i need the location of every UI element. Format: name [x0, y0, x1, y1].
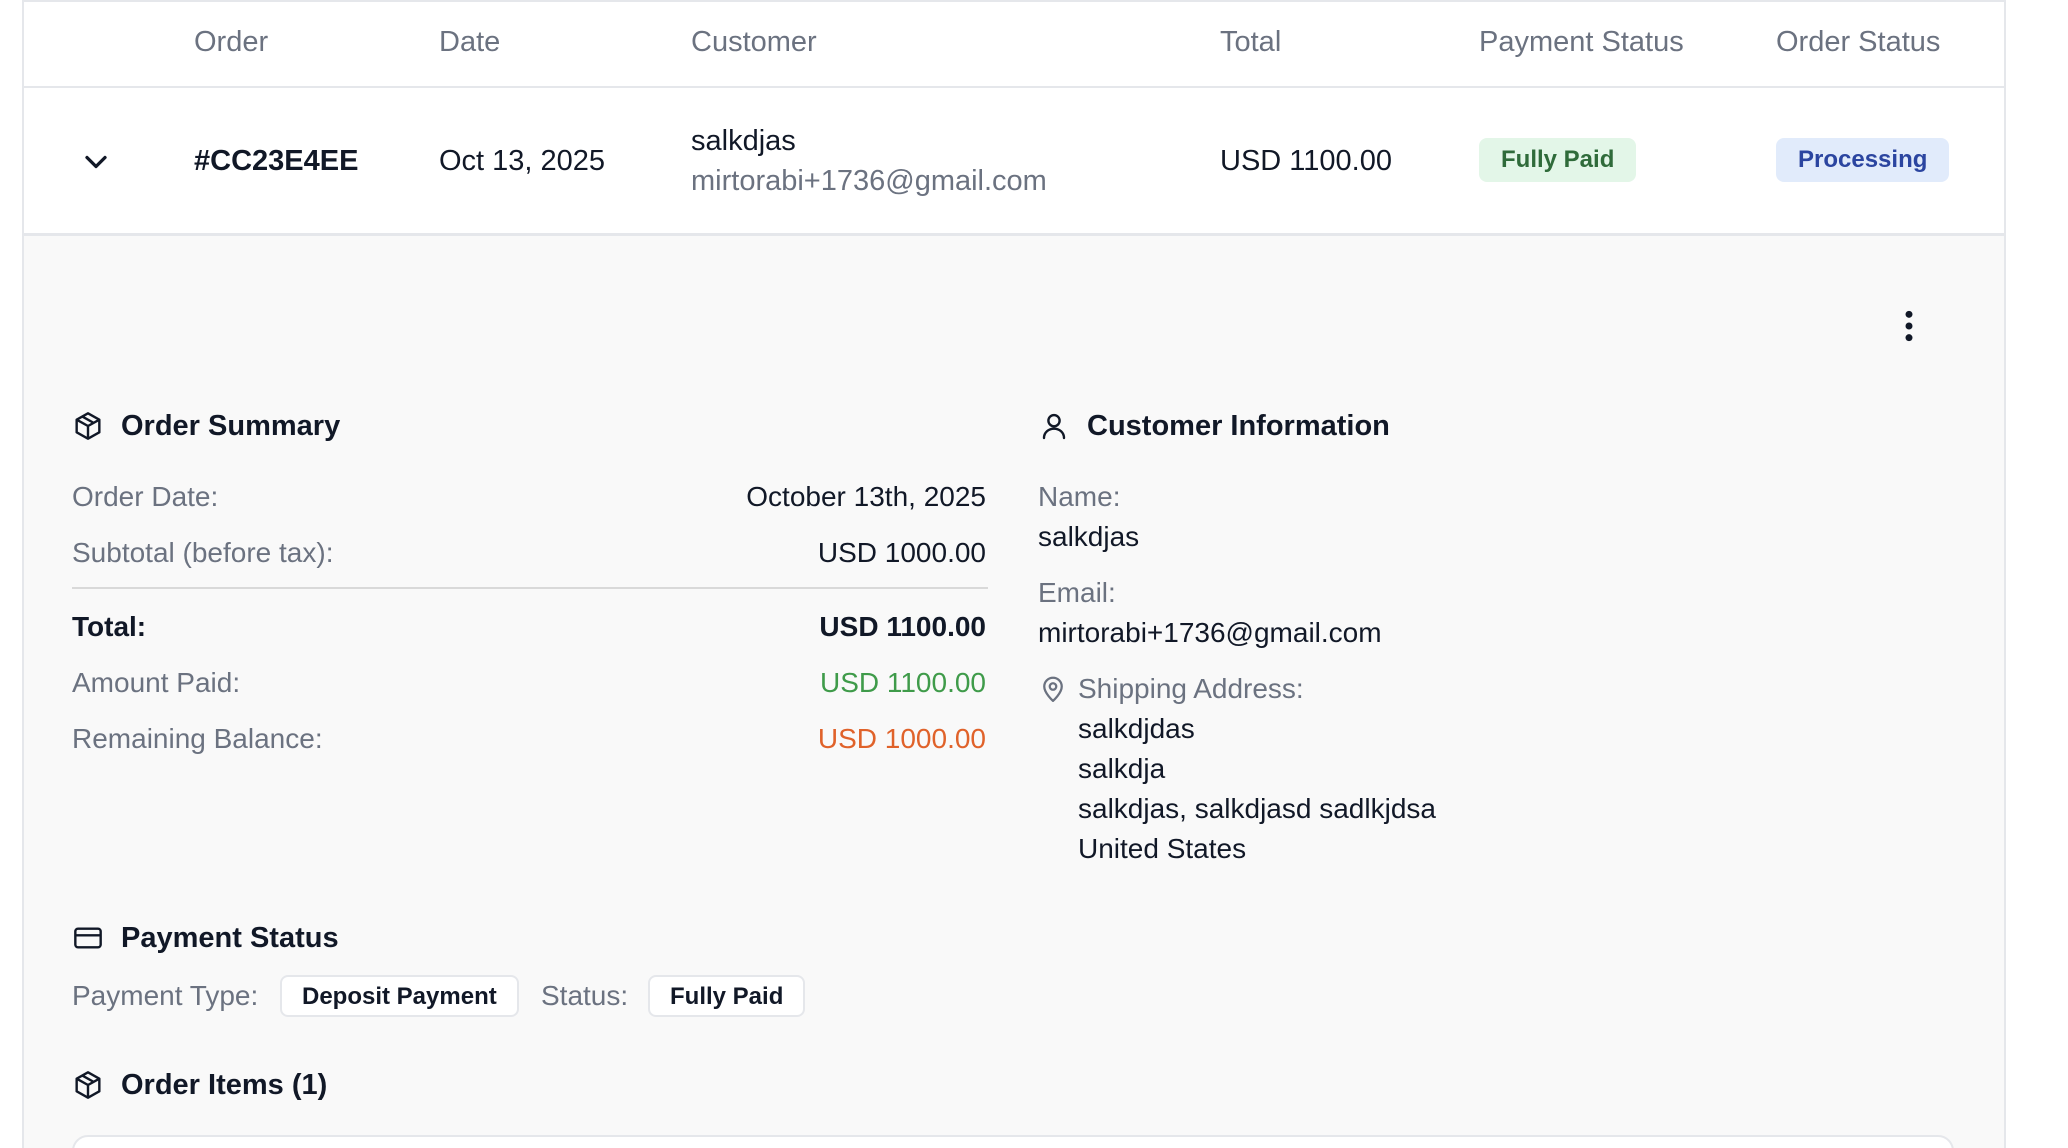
remaining-balance-value: USD 1000.00: [817, 723, 986, 754]
payment-status-badge: Fully Paid: [1479, 138, 1637, 182]
customer-name-label: Name:: [1038, 481, 1121, 512]
order-id[interactable]: #CC23E4EE: [194, 143, 358, 179]
address-line: salkdja: [1078, 753, 1166, 784]
address-line: salkdjas, salkdjasd sadlkjdsa: [1078, 793, 1436, 824]
column-header-payment-status[interactable]: Payment Status: [1479, 24, 1684, 60]
order-summary-title: Order Summary: [121, 410, 341, 442]
chevron-down-icon[interactable]: [78, 144, 114, 180]
customer-information-title: Customer Information: [1087, 410, 1390, 442]
order-status-badge: Processing: [1776, 138, 1950, 182]
column-header-date[interactable]: Date: [439, 24, 500, 60]
column-header-order[interactable]: Order: [194, 24, 268, 60]
address-line: United States: [1078, 833, 1247, 864]
subtotal-label: Subtotal (before tax):: [72, 537, 334, 568]
total-label: Total:: [72, 611, 147, 642]
credit-card-icon: [74, 927, 102, 949]
order-date-value: October 13th, 2025: [746, 481, 986, 512]
orders-table-header: Order Date Customer Total Payment Status…: [24, 0, 2004, 88]
package-icon: [75, 1071, 101, 1099]
payment-status-label: Status:: [541, 980, 629, 1011]
subtotal-value: USD 1000.00: [817, 537, 986, 568]
column-header-order-status[interactable]: Order Status: [1776, 24, 1940, 60]
total-value: USD 1100.00: [819, 611, 986, 642]
customer-email-label: Email:: [1038, 577, 1116, 608]
shipping-address-label: Shipping Address:: [1078, 673, 1304, 704]
order-date: Oct 13, 2025: [439, 145, 606, 177]
column-header-customer[interactable]: Customer: [691, 24, 817, 60]
orders-panel: Order Date Customer Total Payment Status…: [22, 0, 2006, 1148]
payment-type-chip: Deposit Payment: [280, 975, 519, 1017]
customer-name: salkdjas: [691, 125, 796, 157]
order-details-panel: Order Summary Order Date: October 13th, …: [24, 236, 2004, 1148]
column-header-total[interactable]: Total: [1220, 24, 1281, 60]
customer-email: mirtorabi+1736@gmail.com: [691, 165, 1047, 197]
payment-status-chip: Fully Paid: [648, 975, 806, 1017]
payment-status-title: Payment Status: [121, 922, 339, 954]
summary-divider: [72, 587, 988, 589]
address-line: salkdjdas: [1078, 713, 1195, 744]
customer-email-value: mirtorabi+1736@gmail.com: [1038, 617, 1382, 648]
amount-paid-value: USD 1100.00: [819, 667, 986, 698]
user-icon: [1042, 413, 1066, 440]
customer-name-value: salkdjas: [1038, 521, 1140, 552]
remaining-balance-label: Remaining Balance:: [72, 723, 323, 754]
order-items-card: [72, 1135, 1954, 1148]
table-row[interactable]: #CC23E4EE Oct 13, 2025 salkdjas mirtorab…: [24, 88, 2004, 236]
payment-type-label: Payment Type:: [72, 980, 259, 1011]
package-icon: [75, 412, 101, 440]
map-pin-icon: [1043, 676, 1063, 702]
order-date-label: Order Date:: [72, 481, 219, 512]
order-items-title: Order Items (1): [121, 1069, 328, 1101]
order-total: USD 1100.00: [1220, 145, 1392, 177]
more-vertical-icon[interactable]: [1894, 306, 1924, 346]
amount-paid-label: Amount Paid:: [72, 667, 241, 698]
